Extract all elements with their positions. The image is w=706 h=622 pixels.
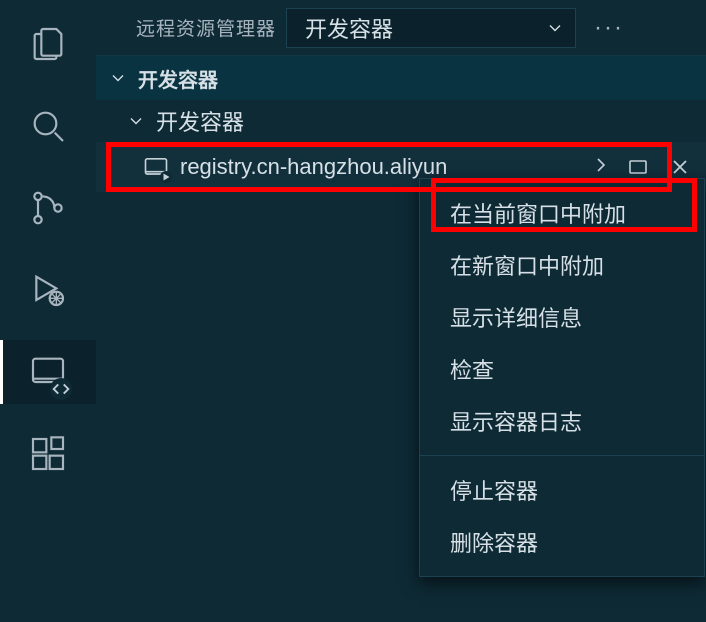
chevron-down-icon bbox=[545, 18, 565, 38]
section-dev-containers[interactable]: 开发容器 bbox=[96, 56, 706, 100]
extensions-icon bbox=[28, 434, 68, 474]
search-icon bbox=[28, 106, 68, 146]
activity-scm[interactable] bbox=[0, 176, 96, 240]
debug-run-icon bbox=[28, 270, 68, 310]
menu-attach-new-window[interactable]: 在新窗口中附加 bbox=[420, 239, 704, 291]
menu-separator bbox=[420, 455, 704, 456]
menu-inspect[interactable]: 检查 bbox=[420, 343, 704, 395]
chevron-down-icon bbox=[126, 111, 146, 131]
dropdown-value: 开发容器 bbox=[305, 12, 393, 44]
tree-group-dev-containers[interactable]: 开发容器 bbox=[96, 100, 706, 142]
close-icon[interactable] bbox=[668, 155, 692, 179]
activity-remote-explorer[interactable] bbox=[0, 340, 96, 404]
source-control-icon bbox=[28, 188, 68, 228]
tree-item-label: registry.cn-hangzhou.aliyun bbox=[180, 154, 447, 180]
remote-badge-icon bbox=[50, 378, 72, 400]
menu-show-details[interactable]: 显示详细信息 bbox=[420, 291, 704, 343]
panel-title: 远程资源管理器 bbox=[136, 14, 276, 41]
activity-search[interactable] bbox=[0, 94, 96, 158]
panel-header: 远程资源管理器 开发容器 ··· bbox=[96, 0, 706, 56]
tree-group-label: 开发容器 bbox=[156, 105, 244, 137]
activity-bar bbox=[0, 0, 96, 622]
remote-type-dropdown[interactable]: 开发容器 bbox=[286, 8, 576, 48]
files-icon bbox=[28, 24, 68, 64]
context-menu: 在当前窗口中附加 在新窗口中附加 显示详细信息 检查 显示容器日志 停止容器 删… bbox=[419, 178, 705, 577]
activity-explorer[interactable] bbox=[0, 12, 96, 76]
vm-running-icon bbox=[142, 153, 170, 181]
panel-more-actions[interactable]: ··· bbox=[586, 14, 632, 42]
chevron-down-icon bbox=[108, 68, 128, 88]
open-window-icon[interactable] bbox=[584, 155, 608, 179]
menu-show-logs[interactable]: 显示容器日志 bbox=[420, 395, 704, 447]
menu-stop-container[interactable]: 停止容器 bbox=[420, 464, 704, 516]
menu-remove-container[interactable]: 删除容器 bbox=[420, 516, 704, 568]
activity-debug[interactable] bbox=[0, 258, 96, 322]
activity-extensions[interactable] bbox=[0, 422, 96, 486]
section-label: 开发容器 bbox=[138, 64, 218, 93]
menu-attach-current-window[interactable]: 在当前窗口中附加 bbox=[420, 187, 704, 239]
new-window-icon[interactable] bbox=[626, 155, 650, 179]
